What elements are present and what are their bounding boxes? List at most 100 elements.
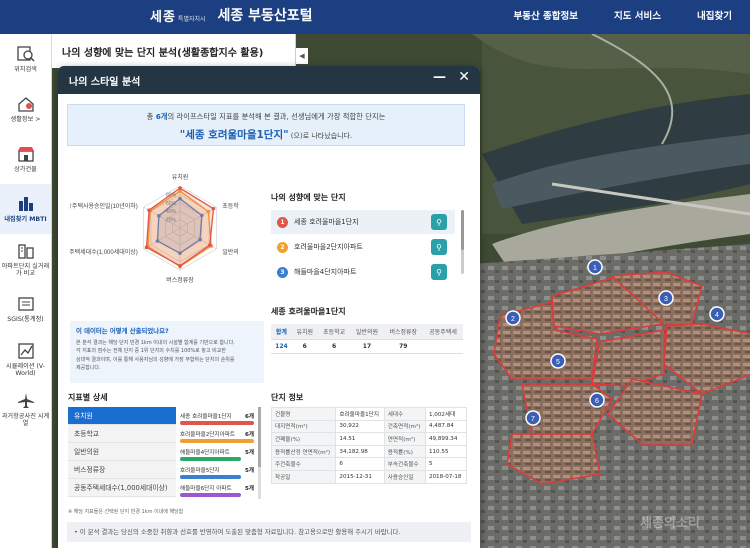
rank-badge: 2 — [277, 241, 288, 253]
map-pin-icon[interactable]: ⚲ — [431, 264, 447, 280]
nav-find-home[interactable]: 내집찾기 — [679, 0, 750, 34]
analysis-panel-title: 나의 성향에 맞는 단지 분석(생활종합지수 활용) — [62, 48, 264, 59]
info-key: 용적률(%) — [383, 444, 426, 459]
map-marker-5[interactable]: 5 — [550, 353, 566, 369]
detail-scrollbar-thumb[interactable] — [258, 407, 261, 467]
list-item[interactable]: 1 세종 호려울마을1단지 ⚲ — [271, 210, 455, 234]
category-item-clinic[interactable]: 일반의원 — [68, 443, 176, 461]
map-marker-1[interactable]: 1 — [587, 259, 603, 275]
ranking-item[interactable]: 해들마을4단지아파트 5개 — [178, 447, 256, 464]
svg-text:6: 6 — [595, 398, 599, 405]
radar-data-point — [178, 264, 182, 268]
map-marker-4[interactable]: 4 — [709, 306, 725, 322]
result-summary: 총 6개의 라이프스타일 지표를 분석해 본 결과, 선생님에게 가장 적합한 … — [67, 104, 465, 146]
svg-text:1: 1 — [593, 265, 597, 272]
sidebar-item-apt-compare[interactable]: 아파트단지 실거래가 비교 — [0, 234, 51, 284]
info-value: 4,487.84 — [424, 419, 468, 434]
complex-info-table: 건물명 호려울마을1단지 세대수 1,002세대 대지면적(m²) 30,922 건축면적(… — [270, 407, 468, 484]
radar-data-point — [178, 186, 182, 190]
match-scrollbar-thumb[interactable] — [461, 210, 464, 250]
ranking-item[interactable]: 호려울마을5단지 5개 — [178, 465, 256, 482]
sidebar-item-simulation[interactable]: 시뮬레이션 (V-World) — [0, 334, 51, 384]
svg-text:4: 4 — [715, 312, 719, 319]
info-value: 2015-12-31 — [335, 469, 385, 484]
ranking-name: 호려울마을2단지아파트 — [180, 432, 236, 438]
ranking-value: 5개 — [244, 450, 254, 456]
summary-prefix: 총 — [146, 112, 156, 121]
radar-ring-label: 60% — [166, 201, 177, 207]
map-marker-2[interactable]: 2 — [505, 310, 521, 326]
radar-axis-label: 버스정류장 — [166, 276, 194, 284]
info-body: 본 분석 결과는 해당 단지 반경 1km 이내의 시설별 합계를 기반으로 합… — [76, 339, 258, 372]
ranking-item[interactable]: 세종 호려울마을1단지 6개 — [178, 411, 256, 428]
info-key: 건축면적(m²) — [383, 419, 426, 434]
table-cell: 6 — [291, 339, 318, 354]
building-chart-icon — [16, 194, 36, 214]
table-cell — [423, 339, 463, 354]
sidebar-item-life-info[interactable]: 생활정보 > — [0, 84, 51, 134]
portal-logo[interactable]: 세종 특별자치시 세종 부동산포털 — [150, 5, 313, 25]
store-building-icon — [16, 144, 36, 164]
modal-title: 나의 스타일 분석 — [69, 76, 141, 88]
map-marker-6[interactable]: 6 — [589, 392, 605, 408]
ranking-bar — [180, 475, 242, 479]
map-pin-icon[interactable]: ⚲ — [431, 214, 447, 230]
ranking-value: 6개 — [244, 414, 254, 420]
info-line: 제공합니다. — [76, 364, 101, 371]
info-key: 사용승인일 — [383, 469, 426, 484]
table-row: 124 6 6 17 79 — [271, 339, 463, 354]
map-marker-7[interactable]: 7 — [525, 410, 541, 426]
list-item[interactable]: 2 호려울마을2단지아파트 ⚲ — [271, 235, 455, 259]
sidebar-item-label: 시뮬레이션 (V-World) — [6, 362, 45, 377]
category-item-kindergarten[interactable]: 유치원 — [68, 407, 176, 425]
category-item-elementary[interactable]: 초등학교 — [68, 425, 176, 443]
sidebar-item-sgis[interactable]: SGIS(통계청) — [0, 284, 51, 334]
info-value: 1,002세대 — [424, 407, 468, 421]
info-key: 건물명 — [270, 407, 337, 421]
simulation-chart-icon — [16, 341, 36, 361]
table-row: 착공일 2015-12-31 사용승인일 2018-07-18 — [270, 469, 468, 484]
svg-text:5: 5 — [556, 359, 560, 366]
table-header: 일반의원 — [350, 324, 384, 340]
table-row: 건폐율(%) 14.51 연면적(m²) 49,899.34 — [270, 432, 468, 446]
table-row: 대지면적(m²) 30,922 건축면적(m²) 4,487.84 — [270, 419, 468, 434]
indicator-ranking-list: 세종 호려울마을1단지 6개 호려울마을2단지아파트 6개 해들마을4단지아파트 5개 호려… — [178, 411, 256, 501]
category-item-bus-stop[interactable]: 버스정류장 — [68, 461, 176, 479]
radar-ring-label: 20% — [166, 218, 177, 224]
ranking-item[interactable]: 호려울마을2단지아파트 6개 — [178, 429, 256, 446]
info-title: 이 데이터는 어떻게 산출되었나요? — [76, 327, 169, 335]
map-pin-icon[interactable]: ⚲ — [431, 239, 447, 255]
sidebar-item-location-search[interactable]: 위치검색 — [0, 34, 51, 84]
sidebar-item-aerial-photo[interactable]: 과거항공사진 시계열 — [0, 384, 51, 434]
svg-text:3: 3 — [664, 296, 668, 303]
info-line: 각 지표의 점수는 전체 단지 중 1위 단지의 수치를 100%로 놓고 비교… — [76, 348, 226, 355]
rank-badge: 1 — [277, 216, 288, 228]
ranking-name: 세종 호려울마을1단지 — [180, 414, 232, 420]
category-item-households[interactable]: 공동주택세대수(1,000세대이상) — [68, 479, 176, 497]
info-line: 본 분석 결과는 해당 단지 반경 1km 이내의 시설별 합계를 기반으로 합… — [76, 340, 235, 346]
close-icon[interactable]: ✕ — [458, 69, 470, 85]
ranking-value: 5개 — [244, 468, 254, 474]
ranking-name: 해들마을6단지 아파트 — [180, 486, 232, 492]
summary-suffix: 의 라이프스타일 지표를 분석해 본 결과, 선생님에게 가장 적합한 단지는 — [167, 112, 386, 121]
table-header: 유치원 — [291, 324, 318, 340]
sidebar-item-find-home-mbti[interactable]: 내집찾기 MBTI — [0, 184, 51, 234]
nav-map-service[interactable]: 지도 서비스 — [596, 0, 679, 34]
summary-count: 6개 — [155, 112, 168, 121]
sidebar-item-store-building[interactable]: 상가건물 — [0, 134, 51, 184]
radar-axis-label: 유치원 — [172, 173, 189, 181]
list-item[interactable]: 3 해들마을4단지아파트 ⚲ — [271, 260, 455, 284]
ranking-item[interactable]: 해들마을6단지 아파트 5개 — [178, 483, 256, 500]
summary-line-2: "세종 호려울마을1단지" (으)로 나타났습니다. — [68, 127, 464, 142]
nav-real-estate-info[interactable]: 부동산 종합정보 — [496, 0, 597, 34]
info-value: 2018-07-18 — [424, 469, 468, 484]
map-marker-3[interactable]: 3 — [658, 290, 674, 306]
radar-data-point — [211, 206, 216, 211]
info-key: 용적률산정 연면적(m²) — [270, 444, 337, 459]
table-header: 공동주택세 — [423, 324, 463, 340]
panel-collapse-button[interactable]: ◀ — [296, 48, 308, 64]
info-value: 5 — [424, 457, 468, 471]
sidebar-item-label: 상가건물 — [14, 166, 37, 174]
svg-text:2: 2 — [511, 316, 515, 323]
minimize-icon[interactable]: — — [433, 70, 446, 85]
